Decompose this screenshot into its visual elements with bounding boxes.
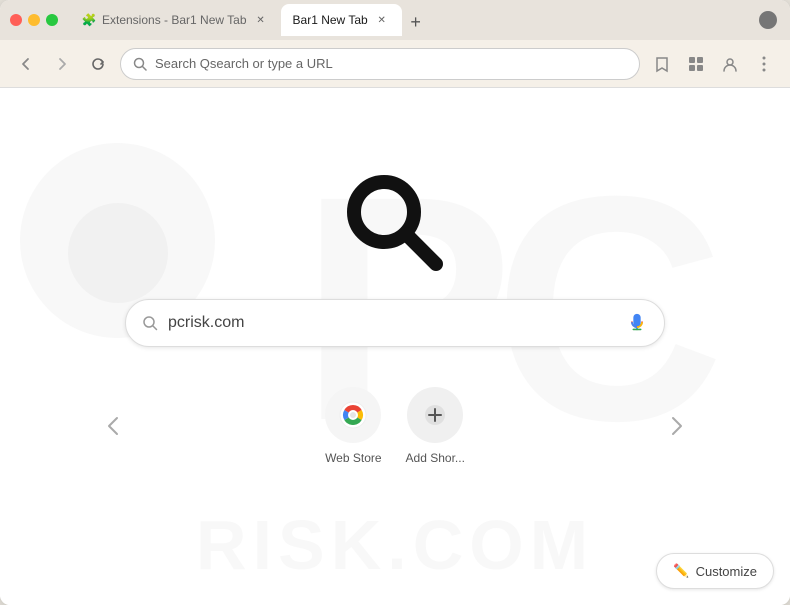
refresh-button[interactable]: [84, 50, 112, 78]
shortcut-webstore-icon: [325, 387, 381, 443]
bookmark-icon[interactable]: [648, 50, 676, 78]
search-bar[interactable]: pcrisk.com: [125, 299, 665, 347]
shortcut-webstore-label: Web Store: [325, 451, 381, 465]
back-button[interactable]: [12, 50, 40, 78]
browser-actions: [756, 8, 780, 32]
tabs-area: 🧩 Extensions - Bar1 New Tab ✕ Bar1 New T…: [70, 4, 748, 36]
tab-close-bar1[interactable]: ✕: [374, 12, 390, 28]
url-bar[interactable]: Search Qsearch or type a URL: [120, 48, 640, 80]
customize-button[interactable]: ✏️ Customize: [656, 553, 774, 589]
watermark-person-head: [68, 203, 168, 303]
shortcuts-next-button[interactable]: [659, 408, 695, 444]
search-bar-container: pcrisk.com: [125, 299, 665, 347]
shortcuts-row: Web Store Add Shor...: [95, 387, 695, 465]
close-traffic-light[interactable]: [10, 14, 22, 26]
url-search-icon: [133, 57, 147, 71]
watermark-risk-text: RISK.COM: [196, 505, 594, 585]
forward-button[interactable]: [48, 50, 76, 78]
search-bar-value: pcrisk.com: [168, 314, 616, 332]
minimize-traffic-light[interactable]: [28, 14, 40, 26]
address-actions: [648, 50, 778, 78]
traffic-lights: [10, 14, 58, 26]
big-search-icon: [340, 168, 450, 283]
new-tab-button[interactable]: +: [402, 8, 430, 36]
maximize-traffic-light[interactable]: [46, 14, 58, 26]
customize-pencil-icon: ✏️: [673, 563, 689, 579]
microphone-icon[interactable]: [626, 312, 648, 334]
title-bar: 🧩 Extensions - Bar1 New Tab ✕ Bar1 New T…: [0, 0, 790, 40]
add-shortcut-icon: [407, 387, 463, 443]
tab-close-extensions[interactable]: ✕: [253, 12, 269, 28]
tab-label-extensions: Extensions - Bar1 New Tab: [102, 13, 247, 27]
browser-window: 🧩 Extensions - Bar1 New Tab ✕ Bar1 New T…: [0, 0, 790, 605]
tab-favicon-extensions: 🧩: [82, 13, 96, 27]
customize-label: Customize: [696, 564, 757, 579]
tab-label-bar1: Bar1 New Tab: [293, 13, 368, 27]
url-display-text: Search Qsearch or type a URL: [155, 56, 333, 71]
tab-extensions[interactable]: 🧩 Extensions - Bar1 New Tab ✕: [70, 4, 281, 36]
shortcut-add-label: Add Shor...: [406, 451, 465, 465]
menu-icon[interactable]: [750, 50, 778, 78]
tab-bar1[interactable]: Bar1 New Tab ✕: [281, 4, 402, 36]
extensions-icon[interactable]: [682, 50, 710, 78]
search-bar-icon: [142, 315, 158, 331]
shortcut-add[interactable]: Add Shor...: [406, 387, 465, 465]
shortcuts-list: Web Store Add Shor...: [131, 387, 659, 465]
new-tab-page: PC RISK.COM pcrisk.com: [0, 88, 790, 605]
shortcuts-prev-button[interactable]: [95, 408, 131, 444]
profile-icon[interactable]: [716, 50, 744, 78]
address-bar: Search Qsearch or type a URL: [0, 40, 790, 88]
profile-circle-icon: [756, 8, 780, 32]
shortcut-webstore[interactable]: Web Store: [325, 387, 381, 465]
